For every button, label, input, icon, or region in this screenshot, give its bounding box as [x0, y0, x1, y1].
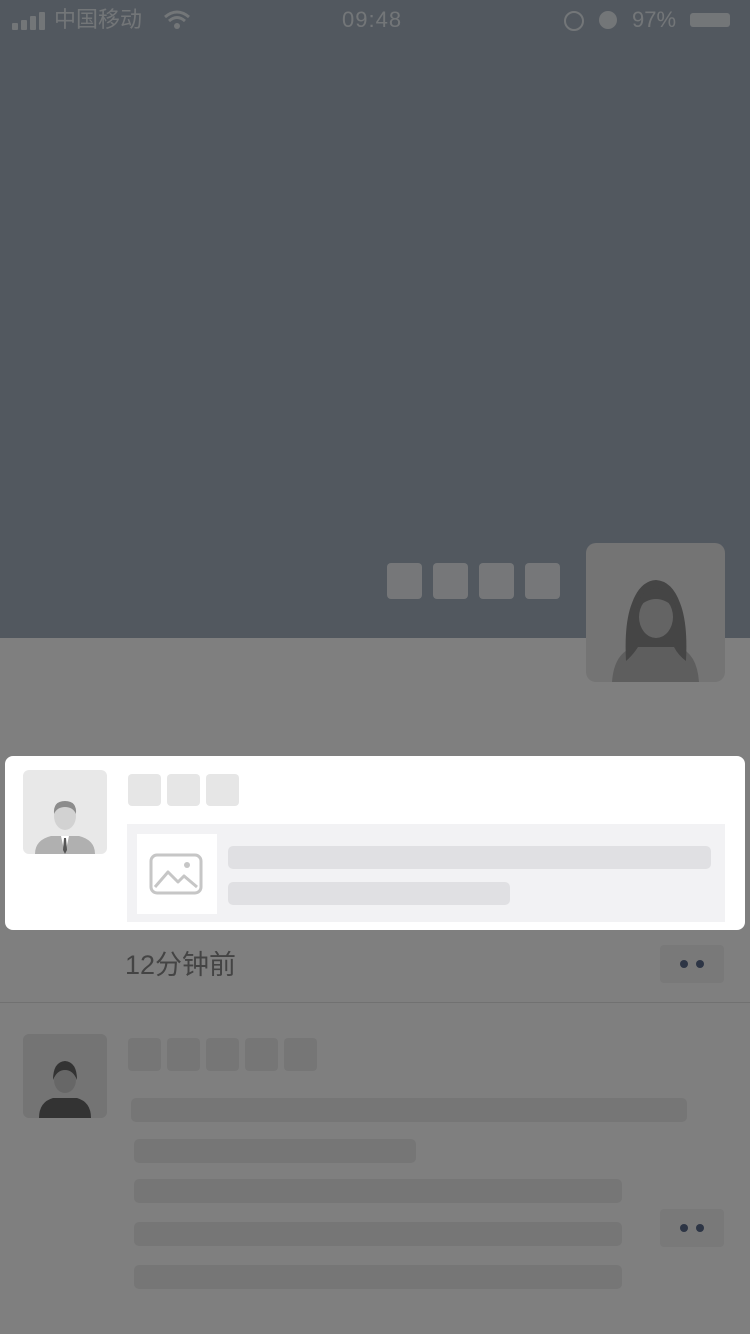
- image-icon: [149, 853, 203, 895]
- dim-overlay[interactable]: [0, 0, 750, 1334]
- shared-link-preview[interactable]: [127, 824, 725, 922]
- link-thumbnail: [137, 834, 217, 914]
- username-placeholder: [167, 774, 200, 806]
- link-title-placeholder: [228, 846, 711, 869]
- username-placeholder: [128, 774, 161, 806]
- link-desc-placeholder: [228, 882, 510, 905]
- male-avatar-icon: [35, 801, 95, 854]
- highlighted-post-card[interactable]: [5, 756, 745, 930]
- username-placeholder: [206, 774, 239, 806]
- post-avatar[interactable]: [23, 770, 107, 854]
